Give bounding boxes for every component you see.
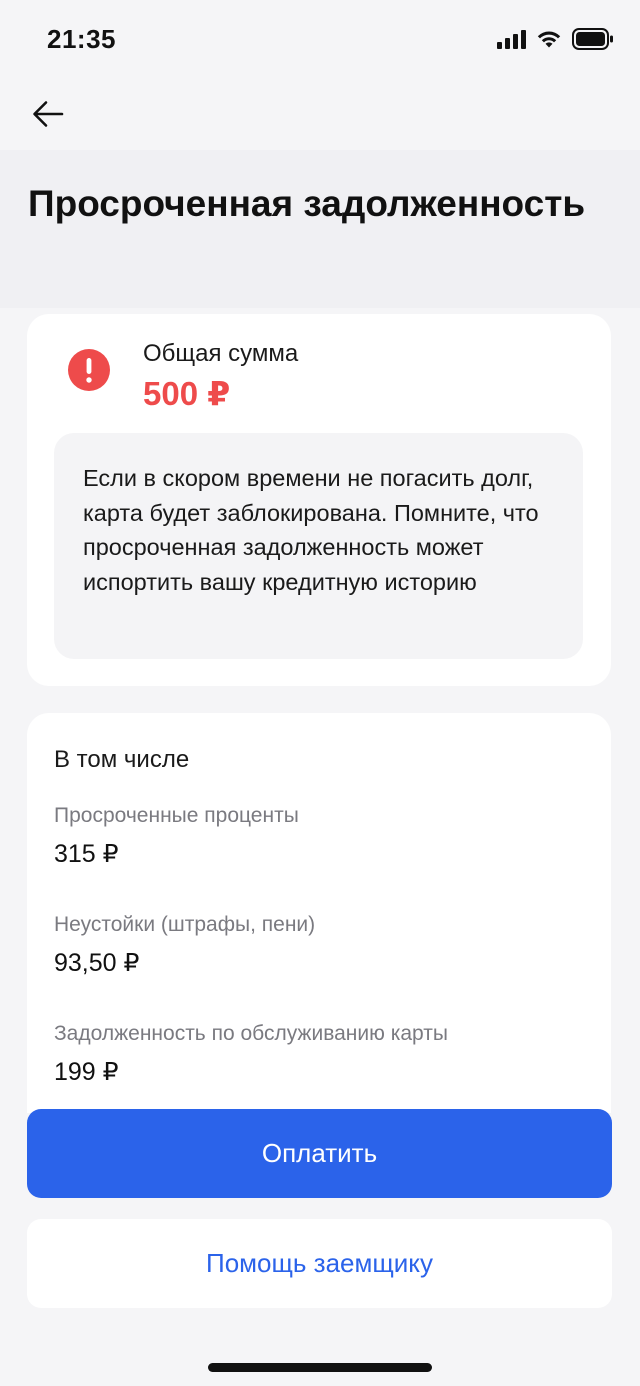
warning-box: Если в скором времени не погасить долг, … [54, 433, 583, 659]
status-icons [497, 28, 614, 50]
title-block: Просроченная задолженность [0, 150, 640, 308]
status-bar: 21:35 [0, 0, 640, 80]
exclamation-circle-icon [68, 349, 110, 391]
details-title: В том числе [54, 746, 190, 773]
screen: 21:35 Просроченная задолженность Общая с… [0, 0, 640, 1386]
detail-row-card-service-debt: Задолженность по обслуживанию карты 199 … [54, 1021, 594, 1087]
details-card: В том числе Просроченные проценты 315 ₽ … [27, 713, 611, 1113]
home-indicator[interactable] [208, 1363, 432, 1372]
nav-bar [0, 80, 640, 150]
status-time: 21:35 [47, 24, 116, 54]
detail-label: Неустойки (штрафы, пени) [54, 913, 316, 936]
back-button[interactable] [28, 94, 68, 134]
page-title: Просроченная задолженность [28, 183, 586, 224]
detail-row-penalties: Неустойки (штрафы, пени) 93,50 ₽ [54, 912, 594, 978]
detail-label: Просроченные проценты [54, 804, 299, 827]
detail-row-overdue-interest: Просроченные проценты 315 ₽ [54, 803, 594, 869]
detail-label: Задолженность по обслуживанию карты [54, 1022, 448, 1045]
detail-value: 93,50 ₽ [54, 949, 140, 977]
detail-value: 315 ₽ [54, 840, 119, 868]
warning-text: Если в скором времени не погасить долг, … [83, 465, 539, 595]
detail-value: 199 ₽ [54, 1058, 119, 1086]
cellular-signal-icon [497, 29, 526, 49]
wifi-icon [537, 31, 561, 48]
arrow-left-icon [33, 101, 64, 127]
pay-button[interactable]: Оплатить [27, 1109, 612, 1198]
total-amount: 500 ₽ [143, 375, 231, 412]
total-label: Общая сумма [143, 340, 299, 367]
summary-card: Общая сумма 500 ₽ Если в скором времени … [27, 314, 611, 686]
battery-icon [572, 28, 613, 50]
borrower-help-button[interactable]: Помощь заемщику [27, 1219, 612, 1308]
